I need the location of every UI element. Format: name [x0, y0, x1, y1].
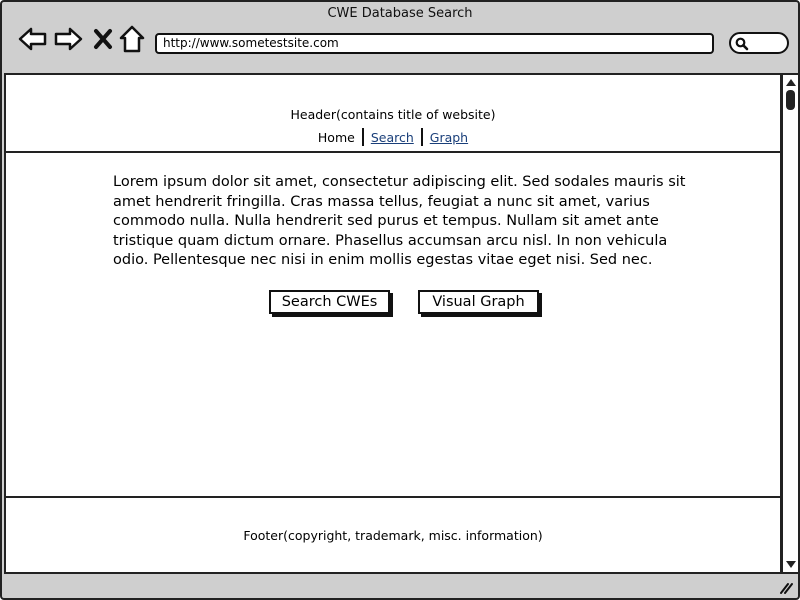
vertical-scrollbar[interactable]	[782, 73, 798, 574]
nav-home[interactable]: Home	[318, 130, 355, 145]
site-title: Header(contains title of website)	[290, 107, 496, 122]
intro-paragraph: Lorem ipsum dolor sit amet, consectetur …	[113, 174, 686, 268]
page-header: Header(contains title of website) Home S…	[6, 75, 780, 153]
back-button[interactable]	[16, 22, 50, 56]
site-nav: Home Search Graph	[6, 128, 780, 146]
scroll-thumb[interactable]	[786, 90, 795, 110]
window-title: CWE Database Search	[327, 6, 473, 21]
page-viewport: Header(contains title of website) Home S…	[4, 73, 782, 574]
address-bar[interactable]: http://www.sometestsite.com	[155, 33, 714, 54]
browser-window: CWE Database Search http://www.sometests…	[0, 0, 800, 600]
footer-text: Footer(copyright, trademark, misc. infor…	[243, 528, 543, 543]
scroll-up-arrow-icon[interactable]	[786, 79, 796, 86]
close-icon	[94, 29, 112, 49]
back-arrow-icon	[18, 27, 47, 51]
resize-grip-icon[interactable]	[779, 582, 793, 594]
forward-arrow-icon	[54, 27, 83, 51]
search-cwes-button[interactable]: Search CWEs	[269, 290, 390, 314]
home-icon	[119, 25, 145, 53]
nav-graph-link[interactable]: Graph	[430, 130, 468, 145]
search-icon	[735, 37, 749, 51]
nav-separator	[420, 128, 423, 146]
browser-search-field[interactable]	[729, 32, 789, 54]
page-footer: Footer(copyright, trademark, misc. infor…	[6, 496, 780, 572]
nav-separator	[361, 128, 364, 146]
forward-button[interactable]	[51, 22, 85, 56]
home-button[interactable]	[115, 22, 149, 56]
nav-search-link[interactable]: Search	[371, 130, 414, 145]
visual-graph-button[interactable]: Visual Graph	[418, 290, 539, 314]
scroll-down-arrow-icon[interactable]	[786, 561, 796, 568]
